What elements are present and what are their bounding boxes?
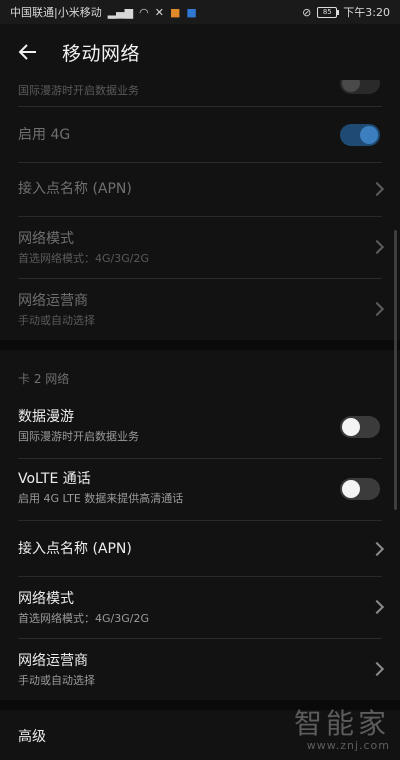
sim2-section-label: 卡 2 网络	[18, 372, 70, 386]
sim1-operator-label: 网络运营商	[18, 293, 88, 309]
volte-sub: 启用 4G LTE 数据来提供高清通话	[18, 492, 184, 505]
sim1-operator-row[interactable]: 网络运营商 手动或自动选择	[0, 292, 400, 328]
arrow-left-icon[interactable]	[16, 40, 40, 64]
toggle-knob	[360, 126, 378, 144]
divider	[18, 216, 382, 217]
sim2-network-mode-label: 网络模式	[18, 591, 74, 607]
divider	[18, 576, 382, 577]
divider	[18, 638, 382, 639]
sim2-data-roaming-sub: 国际漫游时开启数据业务	[18, 430, 139, 443]
wifi-icon: ◠	[139, 5, 149, 19]
sim1-operator-value: 手动或自动选择	[18, 314, 95, 327]
enable-4g-toggle[interactable]	[340, 124, 380, 146]
sim1-apn-row[interactable]: 接入点名称 (APN)	[0, 180, 400, 198]
toggle-knob	[342, 418, 360, 436]
sim2-data-roaming-row[interactable]: 数据漫游 国际漫游时开启数据业务	[0, 408, 400, 444]
watermark-main: 智能家	[293, 707, 390, 740]
mute-icon: ⊘	[302, 5, 312, 19]
settings-list[interactable]: 国际漫游时开启数据业务 启用 4G 接入点名称 (APN) 网络模式 首选网络模…	[0, 80, 400, 760]
watermark-url: www.znj.com	[306, 739, 390, 752]
sim2-network-mode-value: 首选网络模式：4G/3G/2G	[18, 612, 149, 625]
carrier-label: 中国联通|小米移动	[10, 6, 102, 19]
toggle-knob	[342, 480, 360, 498]
divider	[18, 278, 382, 279]
sim1-network-mode-label: 网络模式	[18, 231, 74, 247]
sim1-apn-label: 接入点名称 (APN)	[18, 181, 132, 197]
sim2-apn-label: 接入点名称 (APN)	[18, 541, 132, 557]
volte-row[interactable]: VoLTE 通话 启用 4G LTE 数据来提供高清通话	[0, 470, 400, 506]
status-bar-right: ⊘ 85 下午3:20	[302, 4, 390, 20]
wechat-icon: ✕	[154, 5, 164, 19]
sim2-network-mode-row[interactable]: 网络模式 首选网络模式：4G/3G/2G	[0, 590, 400, 626]
sim1-data-roaming-sub: 国际漫游时开启数据业务	[18, 84, 139, 97]
divider	[18, 458, 382, 459]
sim2-data-roaming-toggle[interactable]	[340, 416, 380, 438]
scrollbar[interactable]	[394, 230, 397, 510]
sim2-operator-value: 手动或自动选择	[18, 674, 95, 687]
status-bar-left: 中国联通|小米移动 ▂▄▆ ◠ ✕ ■ ■	[10, 4, 197, 20]
divider	[18, 162, 382, 163]
sim1-network-mode-value: 首选网络模式：4G/3G/2G	[18, 252, 149, 265]
page-title: 移动网络	[62, 42, 141, 65]
app-icon-blue: ■	[186, 5, 197, 19]
volte-label: VoLTE 通话	[18, 471, 91, 487]
enable-4g-label: 启用 4G	[18, 127, 71, 143]
sim2-operator-label: 网络运营商	[18, 653, 88, 669]
toggle-knob	[342, 80, 360, 92]
sim1-data-roaming-row[interactable]: 国际漫游时开启数据业务	[0, 80, 400, 98]
section-gap	[0, 340, 400, 350]
divider	[18, 520, 382, 521]
sim1-network-mode-row[interactable]: 网络模式 首选网络模式：4G/3G/2G	[0, 230, 400, 266]
app-header: 移动网络	[0, 24, 400, 80]
sim2-section-header: 卡 2 网络	[0, 370, 400, 387]
battery-icon: 85	[317, 6, 340, 18]
watermark-logo: 智能家 www.znj.com	[293, 707, 390, 753]
volte-toggle[interactable]	[340, 478, 380, 500]
sim2-data-roaming-label: 数据漫游	[18, 409, 74, 425]
divider	[18, 106, 382, 107]
enable-4g-row[interactable]: 启用 4G	[0, 124, 400, 146]
status-bar: 中国联通|小米移动 ▂▄▆ ◠ ✕ ■ ■ ⊘ 85 下午3:20	[0, 0, 400, 24]
sim1-data-roaming-toggle[interactable]	[340, 80, 380, 94]
sim2-operator-row[interactable]: 网络运营商 手动或自动选择	[0, 652, 400, 688]
sim2-apn-row[interactable]: 接入点名称 (APN)	[0, 540, 400, 558]
clock: 下午3:20	[343, 6, 390, 19]
app-icon-orange: ■	[169, 5, 181, 19]
signal-icon: ▂▄▆	[107, 5, 134, 19]
